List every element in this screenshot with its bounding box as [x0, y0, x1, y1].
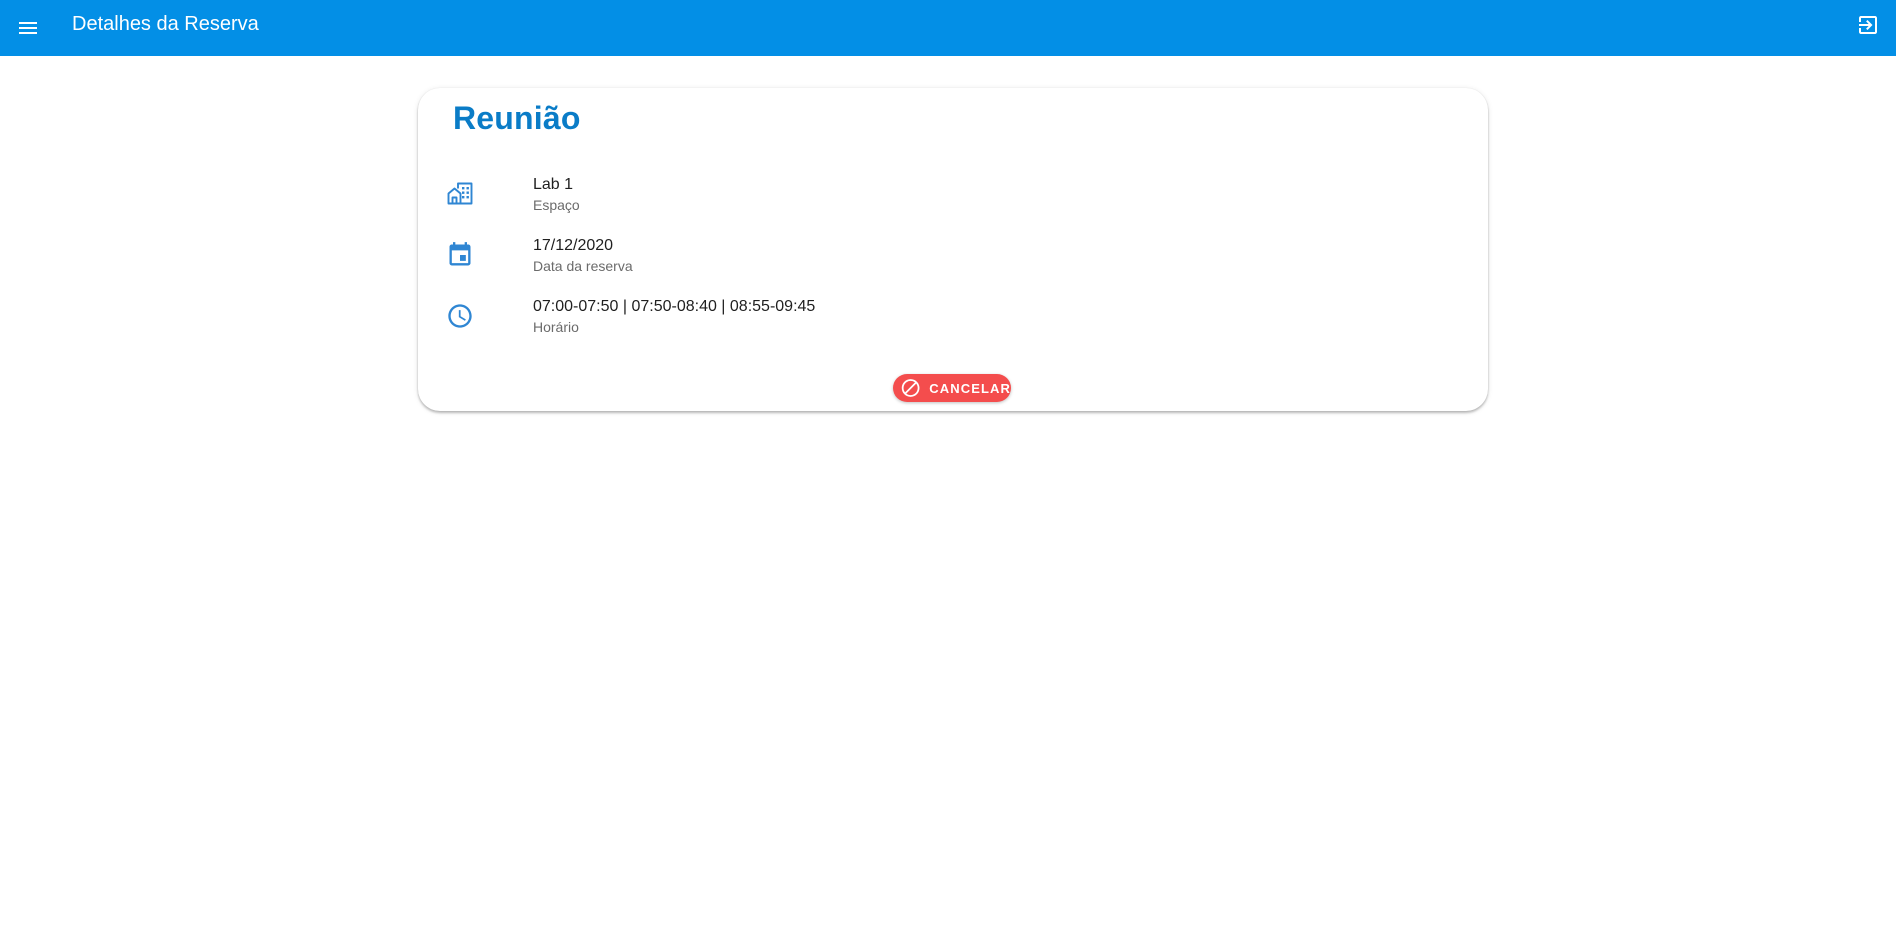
date-label: Data da reserva: [533, 258, 633, 274]
cancel-button[interactable]: CANCELAR: [893, 374, 1011, 402]
detail-row-date: 17/12/2020 Data da reserva: [446, 233, 1346, 281]
logout-button[interactable]: [1854, 11, 1882, 39]
menu-icon: [19, 22, 37, 34]
reservation-card: Reunião Lab 1 Espaço 17/12/2020 Data da …: [418, 88, 1488, 411]
cancel-button-label: CANCELAR: [929, 380, 1011, 396]
clock-icon: [448, 304, 472, 328]
calendar-icon: [449, 242, 471, 266]
space-label: Espaço: [533, 197, 580, 213]
building-icon: [447, 182, 473, 205]
block-icon: [901, 379, 920, 397]
detail-row-time: 07:00-07:50 | 07:50-08:40 | 08:55-09:45 …: [446, 294, 1346, 342]
page-title: Detalhes da Reserva: [72, 13, 259, 35]
time-value: 07:00-07:50 | 07:50-08:40 | 08:55-09:45: [533, 298, 816, 315]
space-value: Lab 1: [533, 176, 574, 193]
reservation-title: Reunião: [453, 100, 581, 136]
logout-icon: [1859, 16, 1877, 34]
menu-button[interactable]: [14, 14, 42, 42]
time-label: Horário: [533, 319, 579, 335]
app-bar: Detalhes da Reserva: [0, 0, 1896, 56]
detail-row-space: Lab 1 Espaço: [446, 172, 1346, 220]
date-value: 17/12/2020: [533, 237, 614, 254]
